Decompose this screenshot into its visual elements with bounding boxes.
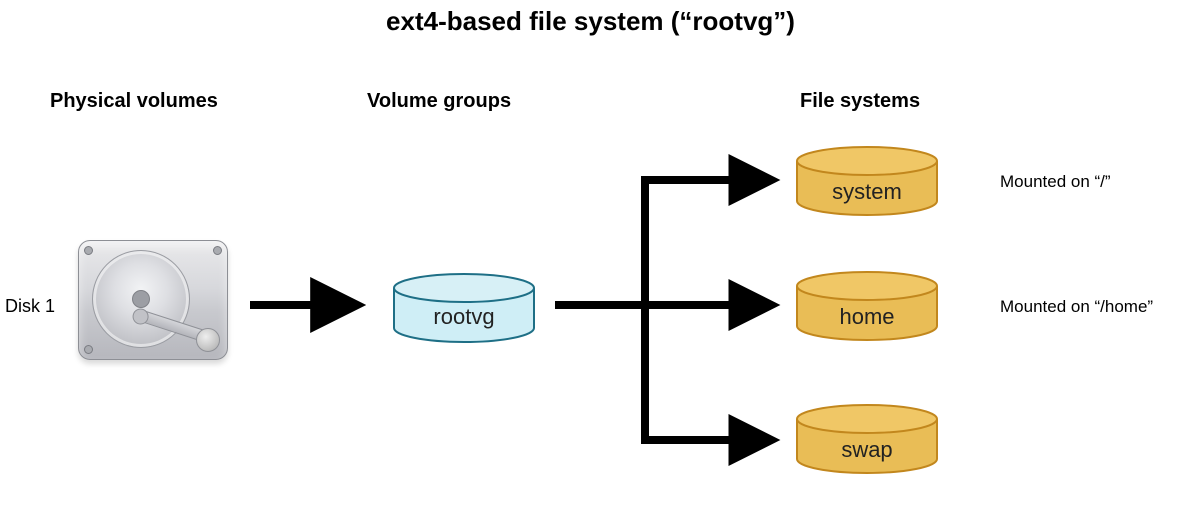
arrow-disk-to-vg [250,290,370,320]
diagram-title: ext4-based file system (“rootvg”) [0,6,1181,37]
volume-group-label: rootvg [390,304,538,330]
filesystem-home: home [793,272,941,336]
col-header-fs: File systems [800,90,920,113]
diagram-stage: ext4-based file system (“rootvg”) Physic… [0,0,1181,511]
filesystem-caption-system: Mounted on “/” [1000,172,1111,192]
filesystem-label: swap [793,437,941,463]
col-header-groups: Volume groups [367,90,511,113]
filesystem-swap: swap [793,405,941,469]
hard-disk-icon [78,240,228,360]
filesystem-label: system [793,179,941,205]
col-header-physical: Physical volumes [50,90,218,113]
volume-group-rootvg: rootvg [390,274,538,338]
arrow-vg-to-filesystems [555,150,795,480]
filesystem-label: home [793,304,941,330]
filesystem-system: system [793,147,941,211]
filesystem-caption-home: Mounted on “/home” [1000,297,1153,317]
disk-label: Disk 1 [5,296,55,317]
